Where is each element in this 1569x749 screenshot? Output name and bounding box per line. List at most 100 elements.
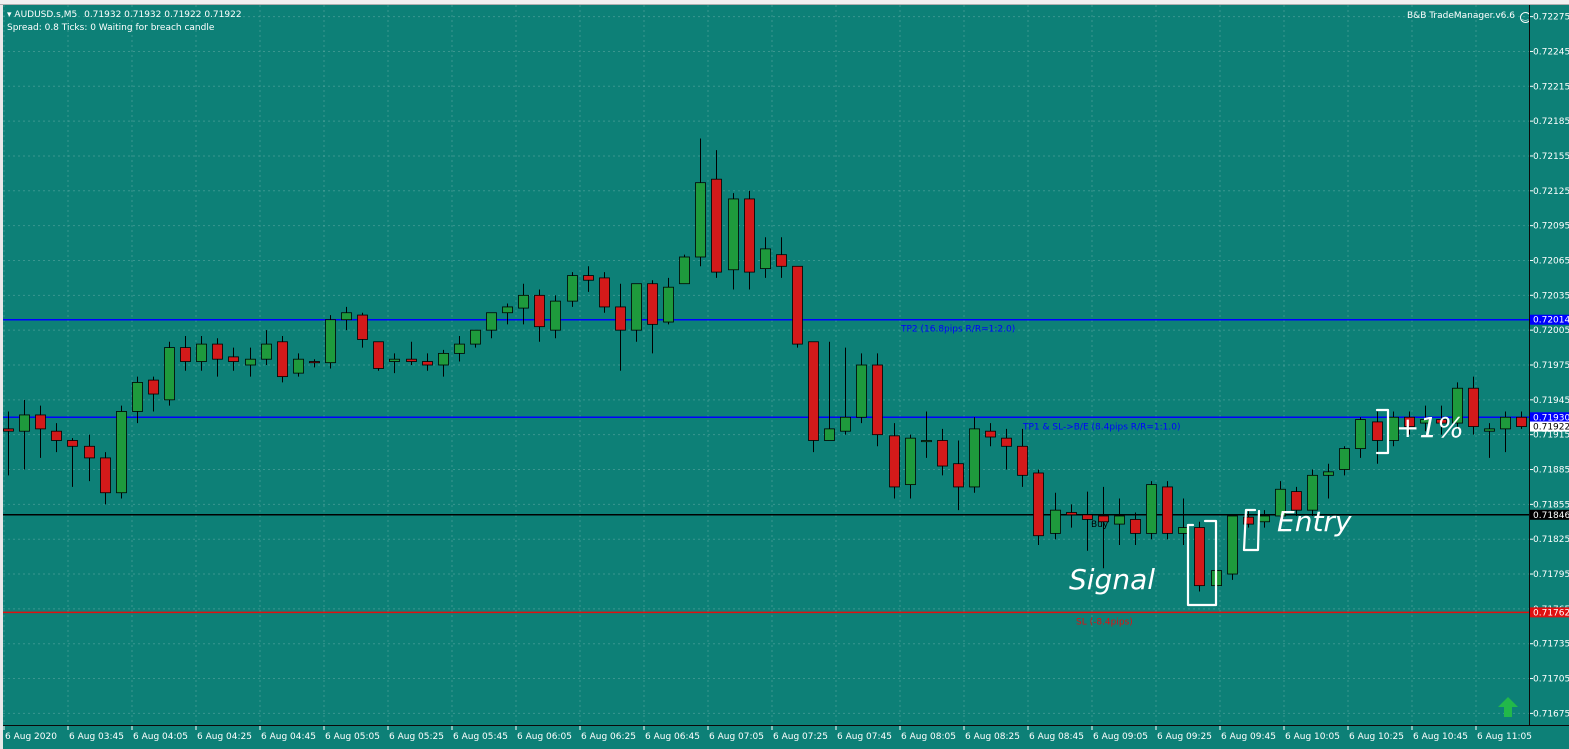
- time-tick-label: 6 Aug 06:25: [581, 732, 636, 742]
- candle-body: [760, 248, 771, 270]
- candle-body: [1468, 387, 1479, 427]
- candle-body: [1516, 416, 1527, 427]
- candle-body: [422, 361, 433, 366]
- candle: [245, 347, 256, 377]
- candle: [1516, 411, 1527, 429]
- time-tick-label: 6 Aug 08:05: [901, 732, 956, 742]
- candle: [196, 335, 207, 371]
- candle-body: [1114, 515, 1125, 525]
- handwritten-annotations: Signal Entry +1%: [1069, 408, 1464, 607]
- candle-body: [985, 430, 996, 438]
- price-tick-label: 0.72215: [1533, 82, 1569, 92]
- candle-body: [164, 347, 175, 401]
- candle-body: [1259, 515, 1270, 523]
- candle: [132, 376, 143, 424]
- candle-body: [1017, 445, 1028, 476]
- candle-body: [647, 283, 658, 325]
- candle-body: [518, 294, 529, 309]
- entry-bracket: [1242, 508, 1261, 552]
- candle: [1050, 492, 1061, 540]
- candle-body: [1339, 448, 1350, 470]
- candle-body: [663, 286, 674, 323]
- time-tick-label: 6 Aug 10:25: [1349, 732, 1404, 742]
- candle: [261, 330, 272, 365]
- candle-body: [534, 294, 545, 328]
- candle-body: [1098, 515, 1109, 523]
- price-tick-label: 0.71975: [1533, 361, 1569, 371]
- candle-body: [67, 440, 78, 447]
- candle-body: [1500, 416, 1511, 430]
- candle-body: [406, 358, 417, 362]
- candle: [679, 254, 690, 285]
- entry-price-tag: 0.71846: [1533, 511, 1569, 521]
- time-axis-svg: 6 Aug 2020 6 Aug 03:45 6 Aug 04:05 6 Aug 04…: [3, 726, 1532, 742]
- tp2-price-tag: 0.72014: [1533, 316, 1569, 326]
- chart-area[interactable]: TP2 (16.8pips R/R=1:2.0) TP1 & SL->B/E (8…: [3, 5, 1531, 725]
- collapse-triangle-icon[interactable]: ▾: [7, 10, 12, 20]
- time-tick-label: 6 Aug 10:05: [1285, 732, 1340, 742]
- candle: [567, 272, 578, 307]
- candle-body: [872, 364, 883, 436]
- candle-body: [679, 256, 690, 285]
- candle-body: [454, 343, 465, 354]
- sl-price-tag: 0.71762: [1533, 608, 1569, 618]
- profit-annotation: +1%: [1396, 411, 1464, 444]
- candle: [1146, 481, 1157, 540]
- candle: [905, 434, 916, 499]
- candle: [1017, 428, 1028, 487]
- candle: [3, 411, 14, 476]
- time-tick-label: 6 Aug 2020: [5, 732, 57, 742]
- candle-body: [116, 411, 127, 494]
- time-tick-label: 6 Aug 04:25: [197, 732, 252, 742]
- candle: [116, 405, 127, 499]
- time-tick-label: 6 Aug 09:25: [1157, 732, 1212, 742]
- time-tick-label: 6 Aug 04:45: [261, 732, 316, 742]
- candle-body: [212, 343, 223, 360]
- candle-body: [19, 414, 30, 432]
- time-tick-label: 6 Aug 04:05: [133, 732, 188, 742]
- sl-label: SL (-8.4pips): [1076, 617, 1133, 627]
- time-axis[interactable]: 6 Aug 2020 6 Aug 03:45 6 Aug 04:05 6 Aug 04…: [3, 725, 1569, 749]
- candle-body: [728, 198, 739, 271]
- candle-body: [228, 356, 239, 362]
- candle-body: [309, 361, 320, 364]
- time-tick-label: 6 Aug 05:05: [325, 732, 380, 742]
- candle-body: [567, 275, 578, 302]
- candle: [67, 438, 78, 487]
- candle: [51, 423, 62, 453]
- candle-body: [1323, 471, 1334, 476]
- current-price-tag: 0.71922: [1533, 423, 1569, 433]
- tp1-label: TP1 & SL->B/E (8.4pips R/R=1:1.0): [1022, 422, 1180, 432]
- candle-body: [808, 341, 819, 441]
- candle-body: [1001, 437, 1012, 447]
- candle-body: [905, 437, 916, 486]
- candle: [728, 193, 739, 290]
- candle-body: [1146, 484, 1157, 534]
- candle-body: [100, 457, 111, 494]
- candle: [808, 341, 819, 453]
- candle: [824, 341, 835, 441]
- candle: [277, 335, 288, 383]
- candle: [599, 272, 610, 313]
- candle-body: [502, 306, 513, 314]
- candle-body: [776, 254, 787, 267]
- time-tick-label: 6 Aug 09:45: [1221, 732, 1276, 742]
- ohlc-values: 0.71932 0.71932 0.71922 0.71922: [84, 10, 242, 20]
- price-tick-label: 0.72185: [1533, 117, 1569, 127]
- price-tick-label: 0.72245: [1533, 47, 1569, 57]
- candle: [357, 312, 368, 348]
- price-axis[interactable]: 0.72275 0.72245 0.72215 0.72185 0.72155 0.721…: [1529, 5, 1569, 725]
- price-tick-label: 0.72125: [1533, 187, 1569, 197]
- price-tick-label: 0.72275: [1533, 13, 1569, 23]
- price-tick-label: 0.71825: [1533, 535, 1569, 545]
- candle: [84, 434, 95, 482]
- price-tick-label: 0.72065: [1533, 256, 1569, 266]
- candle: [663, 277, 674, 325]
- candle: [1227, 515, 1238, 580]
- candle-body: [1194, 527, 1205, 587]
- candle: [1323, 463, 1334, 499]
- time-tick-label: 6 Aug 06:05: [517, 732, 572, 742]
- price-tick-label: 0.71795: [1533, 570, 1569, 580]
- candle: [1114, 498, 1125, 545]
- price-tick-label: 0.71885: [1533, 466, 1569, 476]
